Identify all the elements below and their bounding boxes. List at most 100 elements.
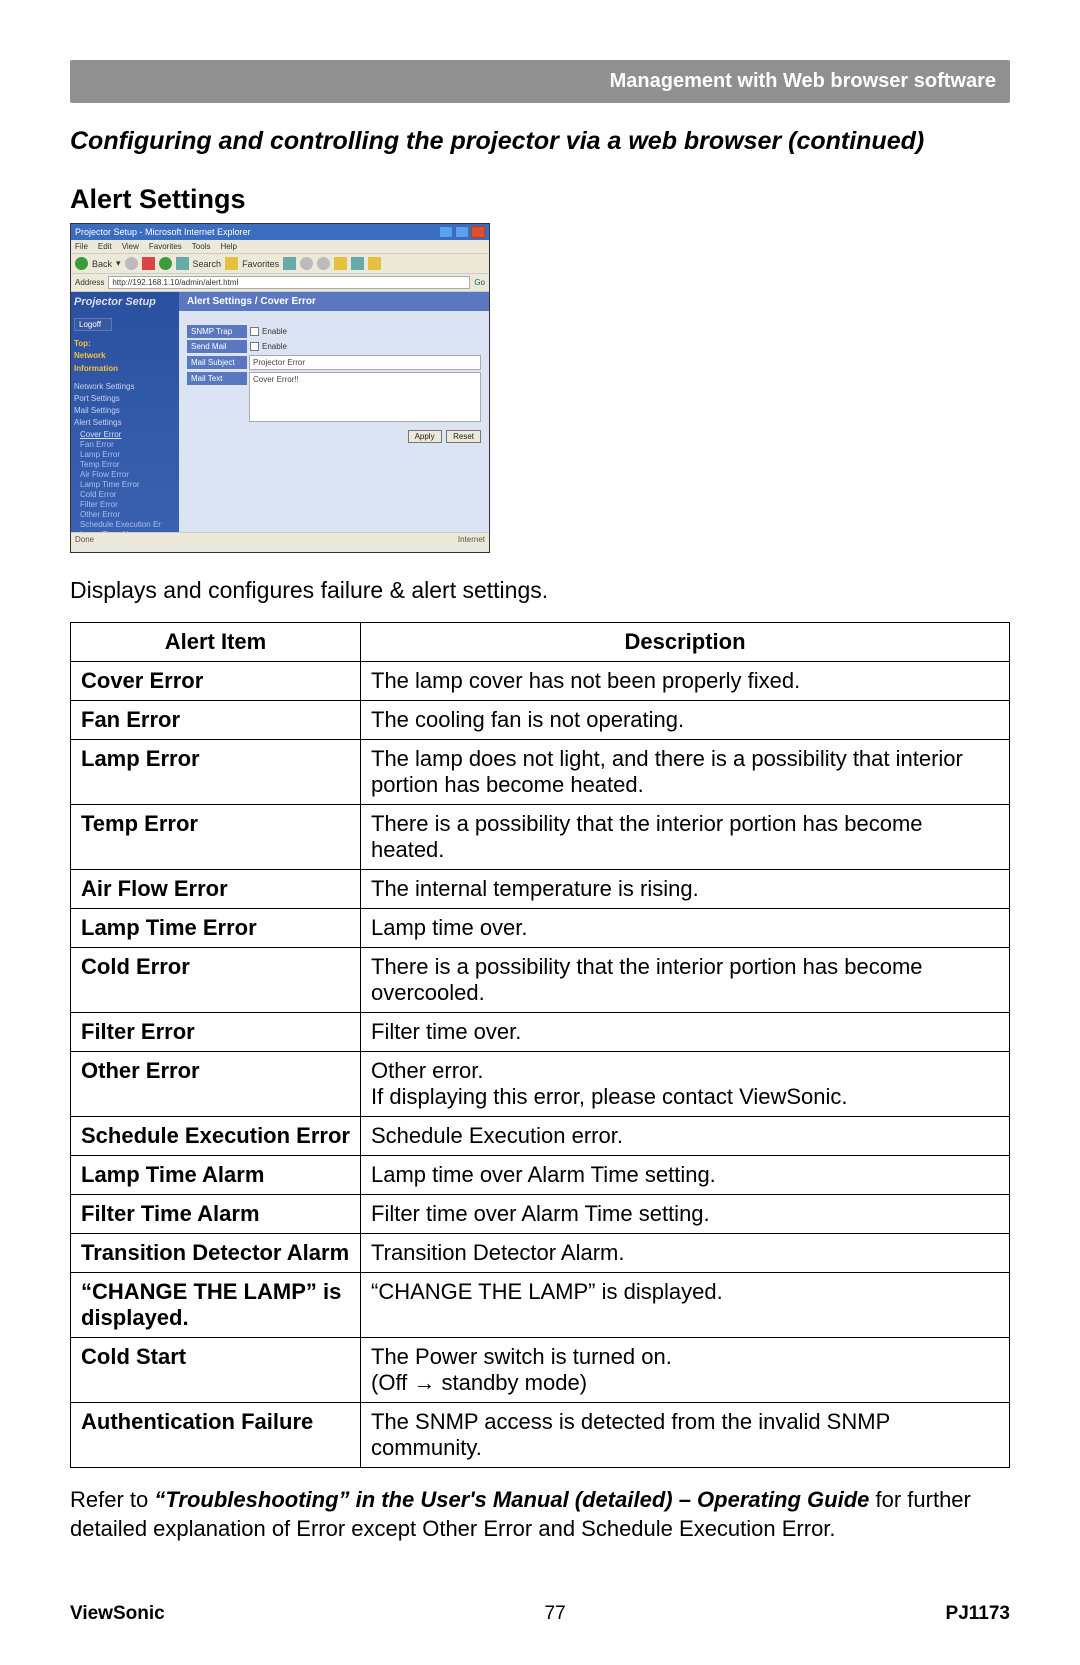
table-row: Other ErrorOther error. If displaying th… [71, 1052, 1010, 1117]
mail-subject-label: Mail Subject [187, 356, 247, 369]
address-bar: Address http://192.168.1.10/admin/alert.… [71, 274, 489, 292]
minimize-icon[interactable] [439, 226, 453, 238]
table-row: Temp ErrorThere is a possibility that th… [71, 805, 1010, 870]
address-input[interactable]: http://192.168.1.10/admin/alert.html [108, 276, 470, 289]
table-row: Schedule Execution ErrorSchedule Executi… [71, 1117, 1010, 1156]
edit-icon[interactable] [351, 257, 364, 270]
refer-pre: Refer to [70, 1487, 154, 1512]
sidebar-item-temp-error[interactable]: Temp Error [80, 460, 176, 469]
sidebar-item-fan-error[interactable]: Fan Error [80, 440, 176, 449]
alert-item: Lamp Time Error [71, 909, 361, 948]
sidebar-item-cold-error[interactable]: Cold Error [80, 490, 176, 499]
alert-desc: Filter time over. [361, 1013, 1010, 1052]
sidebar-port-settings[interactable]: Port Settings [74, 394, 176, 403]
subtitle: Configuring and controlling the projecto… [70, 127, 1010, 156]
banner: Management with Web browser software [70, 60, 1010, 103]
alert-desc: Schedule Execution error. [361, 1117, 1010, 1156]
menu-file[interactable]: File [75, 242, 88, 251]
snmp-trap-enable: Enable [262, 327, 287, 336]
status-internet: Internet [458, 535, 485, 544]
intro-text: Displays and configures failure & alert … [70, 577, 1010, 604]
alert-item: Filter Time Alarm [71, 1195, 361, 1234]
footer-brand: ViewSonic [70, 1603, 165, 1625]
table-row: Lamp ErrorThe lamp does not light, and t… [71, 740, 1010, 805]
alert-desc: The lamp does not light, and there is a … [361, 740, 1010, 805]
stop-icon[interactable] [142, 257, 155, 270]
sidebar-mail-settings[interactable]: Mail Settings [74, 406, 176, 415]
go-button[interactable]: Go [474, 278, 485, 287]
alert-desc: The cooling fan is not operating. [361, 701, 1010, 740]
toolbar: Back ▾ Search Favorites [71, 253, 489, 274]
sidebar-item-lamp-error[interactable]: Lamp Error [80, 450, 176, 459]
sidebar-item-lamptime-alarm[interactable]: Lamp Time Alarm [80, 530, 176, 532]
table-row: Filter Time AlarmFilter time over Alarm … [71, 1195, 1010, 1234]
sidebar-item-airflow-error[interactable]: Air Flow Error [80, 470, 176, 479]
favorites-label[interactable]: Favorites [242, 259, 279, 269]
back-label[interactable]: Back [92, 259, 112, 269]
reset-button[interactable]: Reset [446, 430, 481, 443]
table-row: Authentication FailureThe SNMP access is… [71, 1403, 1010, 1468]
home-icon[interactable] [176, 257, 189, 270]
logoff-button[interactable]: Logoff [74, 318, 112, 331]
th-desc: Description [361, 623, 1010, 662]
alert-desc: The Power switch is turned on. (Off → st… [361, 1338, 1010, 1403]
sidebar-network-settings[interactable]: Network Settings [74, 382, 176, 391]
menu-bar: File Edit View Favorites Tools Help [71, 240, 489, 253]
refresh-icon[interactable] [159, 257, 172, 270]
menu-view[interactable]: View [122, 242, 139, 251]
mail-text-input[interactable]: Cover Error!! [249, 372, 481, 422]
sidebar-info[interactable]: Information [74, 364, 176, 374]
maximize-icon[interactable] [455, 226, 469, 238]
snmp-trap-label: SNMP Trap [187, 325, 247, 338]
sidebar-net[interactable]: Network [74, 351, 176, 361]
status-done: Done [75, 535, 94, 544]
print-icon[interactable] [334, 257, 347, 270]
main-header: Alert Settings / Cover Error [179, 292, 489, 311]
alert-item: Lamp Error [71, 740, 361, 805]
refer-bold: “Troubleshooting” in the User's Manual (… [154, 1487, 869, 1512]
sidebar-item-cover-error[interactable]: Cover Error [80, 430, 176, 439]
main-panel: Alert Settings / Cover Error SNMP Trap E… [179, 292, 489, 532]
browser-screenshot: Projector Setup - Microsoft Internet Exp… [70, 223, 490, 553]
alert-desc: Other error. If displaying this error, p… [361, 1052, 1010, 1117]
alert-item: Cold Start [71, 1338, 361, 1403]
alert-desc: There is a possibility that the interior… [361, 948, 1010, 1013]
sidebar-alert-settings[interactable]: Alert Settings [74, 418, 176, 427]
search-label[interactable]: Search [193, 259, 222, 269]
alert-item: Air Flow Error [71, 870, 361, 909]
history-icon[interactable] [300, 257, 313, 270]
mail-subject-input[interactable]: Projector Error [249, 355, 481, 370]
alert-item: Schedule Execution Error [71, 1117, 361, 1156]
menu-help[interactable]: Help [220, 242, 236, 251]
alert-desc: Filter time over Alarm Time setting. [361, 1195, 1010, 1234]
alert-desc: Lamp time over. [361, 909, 1010, 948]
close-icon[interactable] [471, 226, 485, 238]
mail-icon[interactable] [317, 257, 330, 270]
table-row: Lamp Time ErrorLamp time over. [71, 909, 1010, 948]
favorites-icon[interactable] [225, 257, 238, 270]
alert-item: Temp Error [71, 805, 361, 870]
sidebar-item-other-error[interactable]: Other Error [80, 510, 176, 519]
snmp-trap-checkbox[interactable] [250, 327, 259, 336]
menu-tools[interactable]: Tools [192, 242, 211, 251]
alert-item: Transition Detector Alarm [71, 1234, 361, 1273]
footer-page: 77 [545, 1603, 566, 1625]
alert-item: Filter Error [71, 1013, 361, 1052]
apply-button[interactable]: Apply [408, 430, 442, 443]
footer-model: PJ1173 [946, 1603, 1010, 1625]
back-icon[interactable] [75, 257, 88, 270]
forward-icon[interactable] [125, 257, 138, 270]
discuss-icon[interactable] [368, 257, 381, 270]
sidebar-item-schedule-error[interactable]: Schedule Execution Er [80, 520, 176, 529]
alert-table: Alert Item Description Cover ErrorThe la… [70, 622, 1010, 1468]
sidebar-item-lamptime-error[interactable]: Lamp Time Error [80, 480, 176, 489]
menu-favorites[interactable]: Favorites [149, 242, 182, 251]
table-row: Cover ErrorThe lamp cover has not been p… [71, 662, 1010, 701]
media-icon[interactable] [283, 257, 296, 270]
menu-edit[interactable]: Edit [98, 242, 112, 251]
table-row: Filter ErrorFilter time over. [71, 1013, 1010, 1052]
alert-desc: The internal temperature is rising. [361, 870, 1010, 909]
status-bar: Done Internet [71, 532, 489, 546]
send-mail-checkbox[interactable] [250, 342, 259, 351]
sidebar-item-filter-error[interactable]: Filter Error [80, 500, 176, 509]
